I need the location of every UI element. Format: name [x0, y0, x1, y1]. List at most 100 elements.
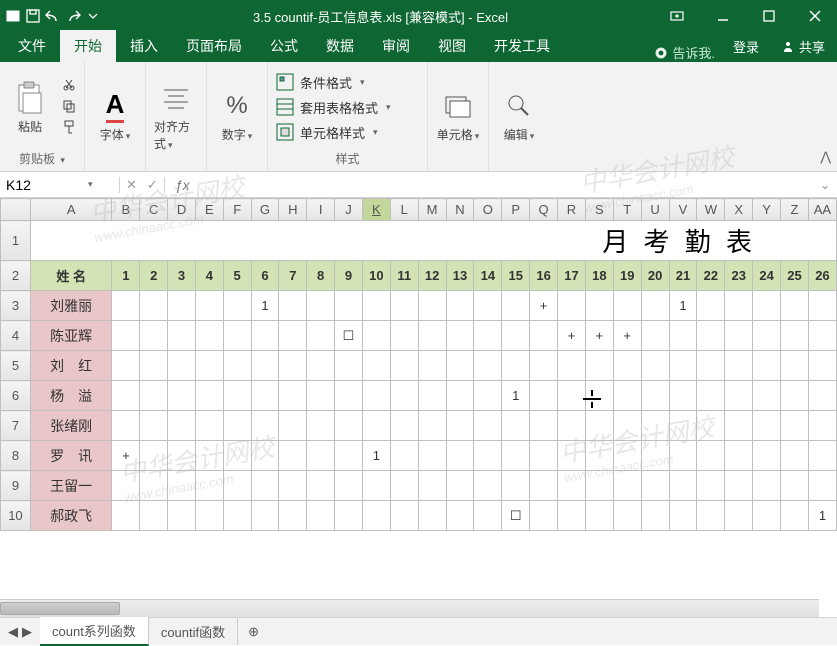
cell[interactable]: [474, 471, 502, 501]
col-header-V[interactable]: V: [669, 199, 697, 221]
cell[interactable]: [753, 381, 781, 411]
cell[interactable]: [530, 441, 558, 471]
cell[interactable]: ☐: [335, 321, 363, 351]
cell[interactable]: [168, 411, 196, 441]
cell[interactable]: [669, 471, 697, 501]
col-header-Q[interactable]: Q: [530, 199, 558, 221]
col-header-A[interactable]: A: [30, 199, 112, 221]
cell[interactable]: [725, 351, 753, 381]
expand-formula-icon[interactable]: ⌄: [813, 177, 837, 193]
signin-button[interactable]: 登录: [723, 31, 769, 62]
header-day-17[interactable]: 17: [558, 261, 586, 291]
tab-home[interactable]: 开始: [60, 30, 116, 62]
cell[interactable]: [613, 381, 641, 411]
cell[interactable]: [474, 351, 502, 381]
cell[interactable]: [362, 501, 390, 531]
cell[interactable]: [641, 501, 669, 531]
cell[interactable]: [669, 441, 697, 471]
cell[interactable]: [112, 321, 140, 351]
col-header-K[interactable]: K: [362, 199, 390, 221]
cell[interactable]: [140, 441, 168, 471]
header-day-19[interactable]: 19: [613, 261, 641, 291]
cell[interactable]: [223, 351, 251, 381]
cell[interactable]: [585, 501, 613, 531]
cell[interactable]: [585, 471, 613, 501]
row-header-4[interactable]: 4: [1, 321, 31, 351]
cell[interactable]: [112, 291, 140, 321]
cut-icon[interactable]: [62, 78, 76, 95]
cell[interactable]: [418, 441, 446, 471]
cell[interactable]: +: [112, 441, 140, 471]
title-cell[interactable]: 月 考 勤 表: [30, 221, 836, 261]
header-day-6[interactable]: 6: [251, 261, 279, 291]
cell[interactable]: [195, 441, 223, 471]
cell[interactable]: [362, 291, 390, 321]
cell[interactable]: [641, 321, 669, 351]
row-header-1[interactable]: 1: [1, 221, 31, 261]
cell[interactable]: [335, 501, 363, 531]
cell[interactable]: [251, 351, 279, 381]
col-header-Y[interactable]: Y: [753, 199, 781, 221]
cell[interactable]: [474, 381, 502, 411]
cell[interactable]: [140, 471, 168, 501]
cell[interactable]: [390, 411, 418, 441]
cell[interactable]: [697, 501, 725, 531]
col-header-R[interactable]: R: [558, 199, 586, 221]
row-header-6[interactable]: 6: [1, 381, 31, 411]
col-header-I[interactable]: I: [307, 199, 335, 221]
save-icon[interactable]: [24, 7, 42, 25]
col-header-H[interactable]: H: [279, 199, 307, 221]
cell[interactable]: [279, 351, 307, 381]
cell[interactable]: [502, 411, 530, 441]
cell[interactable]: [530, 351, 558, 381]
header-day-26[interactable]: 26: [808, 261, 836, 291]
cell-styles-button[interactable]: 单元格样式▾: [276, 123, 391, 142]
col-header-F[interactable]: F: [223, 199, 251, 221]
cell[interactable]: [195, 291, 223, 321]
col-header-AA[interactable]: AA: [808, 199, 836, 221]
cell[interactable]: [641, 441, 669, 471]
cell[interactable]: [808, 321, 836, 351]
cell[interactable]: 1: [808, 501, 836, 531]
cell[interactable]: [613, 351, 641, 381]
tab-developer[interactable]: 开发工具: [480, 30, 564, 62]
cell[interactable]: [140, 381, 168, 411]
cell[interactable]: [446, 321, 474, 351]
cell[interactable]: [168, 321, 196, 351]
header-day-10[interactable]: 10: [362, 261, 390, 291]
cell[interactable]: [251, 411, 279, 441]
cell[interactable]: [474, 501, 502, 531]
name-cell[interactable]: 刘雅丽: [30, 291, 112, 321]
tab-data[interactable]: 数据: [312, 30, 368, 62]
cell[interactable]: [781, 501, 809, 531]
cell[interactable]: [279, 411, 307, 441]
cell[interactable]: [251, 321, 279, 351]
name-cell[interactable]: 陈亚辉: [30, 321, 112, 351]
format-painter-icon[interactable]: [62, 120, 76, 137]
cell[interactable]: +: [530, 291, 558, 321]
cell[interactable]: [558, 381, 586, 411]
cell[interactable]: [669, 411, 697, 441]
cell[interactable]: [335, 381, 363, 411]
cell[interactable]: [362, 321, 390, 351]
col-header-G[interactable]: G: [251, 199, 279, 221]
header-day-13[interactable]: 13: [446, 261, 474, 291]
cell[interactable]: [418, 381, 446, 411]
redo-icon[interactable]: [64, 7, 82, 25]
col-header-B[interactable]: B: [112, 199, 140, 221]
cell[interactable]: [641, 381, 669, 411]
spreadsheet[interactable]: ABCDEFGHIJKLMNOPQRSTUVWXYZAA 1月 考 勤 表2姓 …: [0, 198, 837, 531]
cell[interactable]: [530, 411, 558, 441]
cell[interactable]: [307, 441, 335, 471]
cell[interactable]: [808, 471, 836, 501]
cell[interactable]: [781, 471, 809, 501]
cell[interactable]: [446, 441, 474, 471]
header-name-cell[interactable]: 姓 名: [30, 261, 112, 291]
cell[interactable]: [474, 291, 502, 321]
cell[interactable]: [195, 411, 223, 441]
cell[interactable]: [390, 291, 418, 321]
cell[interactable]: [307, 351, 335, 381]
cell[interactable]: [140, 411, 168, 441]
col-header-E[interactable]: E: [195, 199, 223, 221]
cell[interactable]: [446, 351, 474, 381]
